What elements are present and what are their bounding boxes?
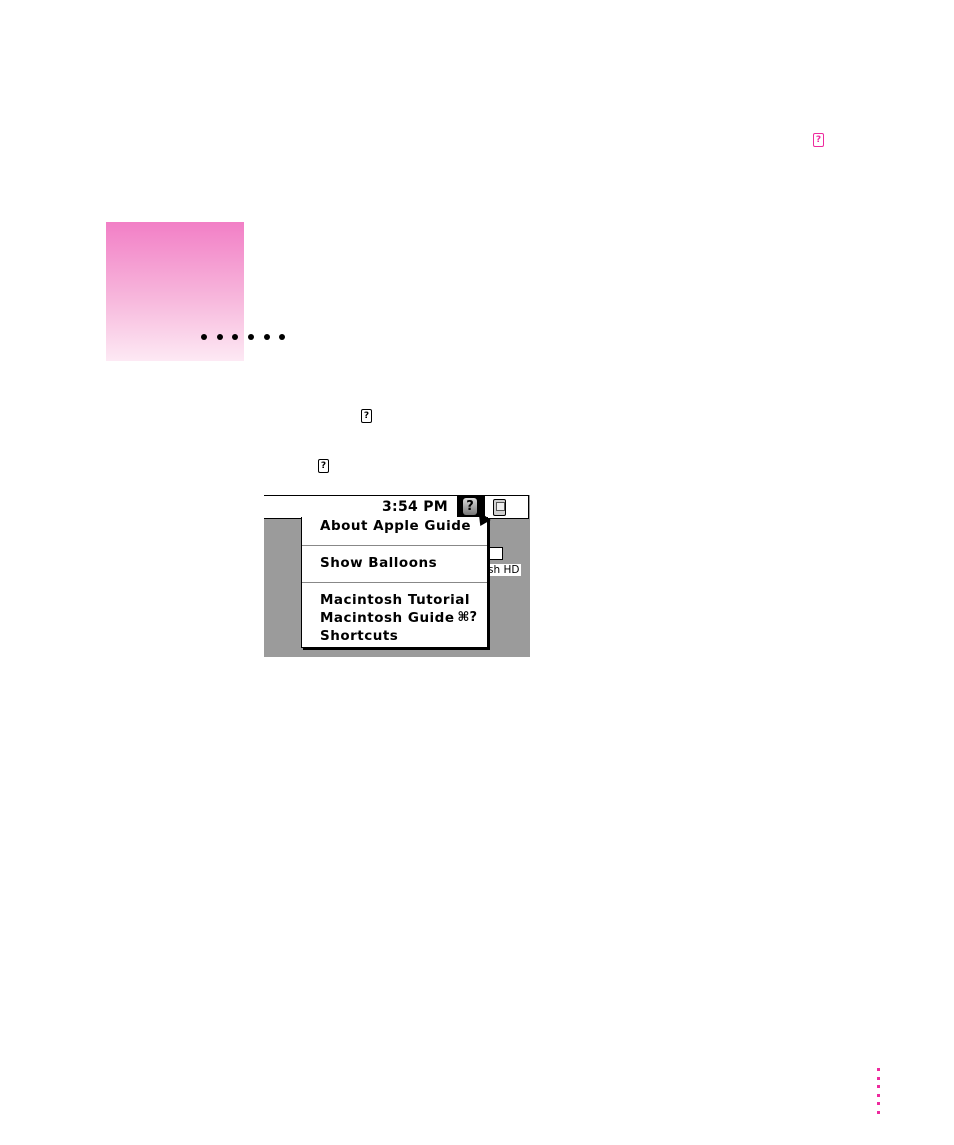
application-menu-icon[interactable] <box>493 499 506 516</box>
inline-help-icon-1: ? <box>361 409 372 423</box>
inline-help-icon-2: ? <box>318 459 329 473</box>
help-menu-dropdown: About Apple Guide Show Balloons Macintos… <box>301 517 488 648</box>
menu-separator <box>302 582 487 583</box>
dot <box>877 1102 880 1105</box>
dot <box>201 334 207 340</box>
hard-disk-label: sh HD <box>486 564 522 576</box>
chapter-color-block <box>106 222 244 361</box>
dot <box>877 1093 880 1097</box>
menu-item-show-balloons[interactable]: Show Balloons <box>320 555 437 571</box>
chapter-dots <box>201 334 286 340</box>
menubar: 3:54 PM ? <box>264 495 529 519</box>
menu-item-macintosh-guide[interactable]: Macintosh Guide <box>320 610 455 626</box>
dot <box>248 334 255 340</box>
menubar-clock: 3:54 PM <box>382 499 448 515</box>
hard-disk-icon[interactable] <box>489 547 503 560</box>
menu-separator <box>302 545 487 546</box>
page-marker-dots <box>877 1068 880 1114</box>
dot <box>263 334 270 340</box>
dot <box>232 334 239 340</box>
menu-item-about-apple-guide[interactable]: About Apple Guide <box>320 518 471 534</box>
dot <box>216 334 223 340</box>
dot <box>877 1076 880 1080</box>
dot <box>279 334 286 340</box>
guide-menu-screenshot: 3:54 PM ? sh HD About Apple Guide Show B… <box>264 495 530 657</box>
menu-item-macintosh-tutorial[interactable]: Macintosh Tutorial <box>320 592 470 608</box>
dot <box>877 1068 880 1071</box>
dot <box>877 1085 880 1088</box>
menu-item-macintosh-guide-shortcut: ⌘? <box>457 610 477 625</box>
dot <box>877 1110 880 1114</box>
page-header-help-icon: ? <box>813 133 824 147</box>
menu-item-shortcuts[interactable]: Shortcuts <box>320 628 398 644</box>
